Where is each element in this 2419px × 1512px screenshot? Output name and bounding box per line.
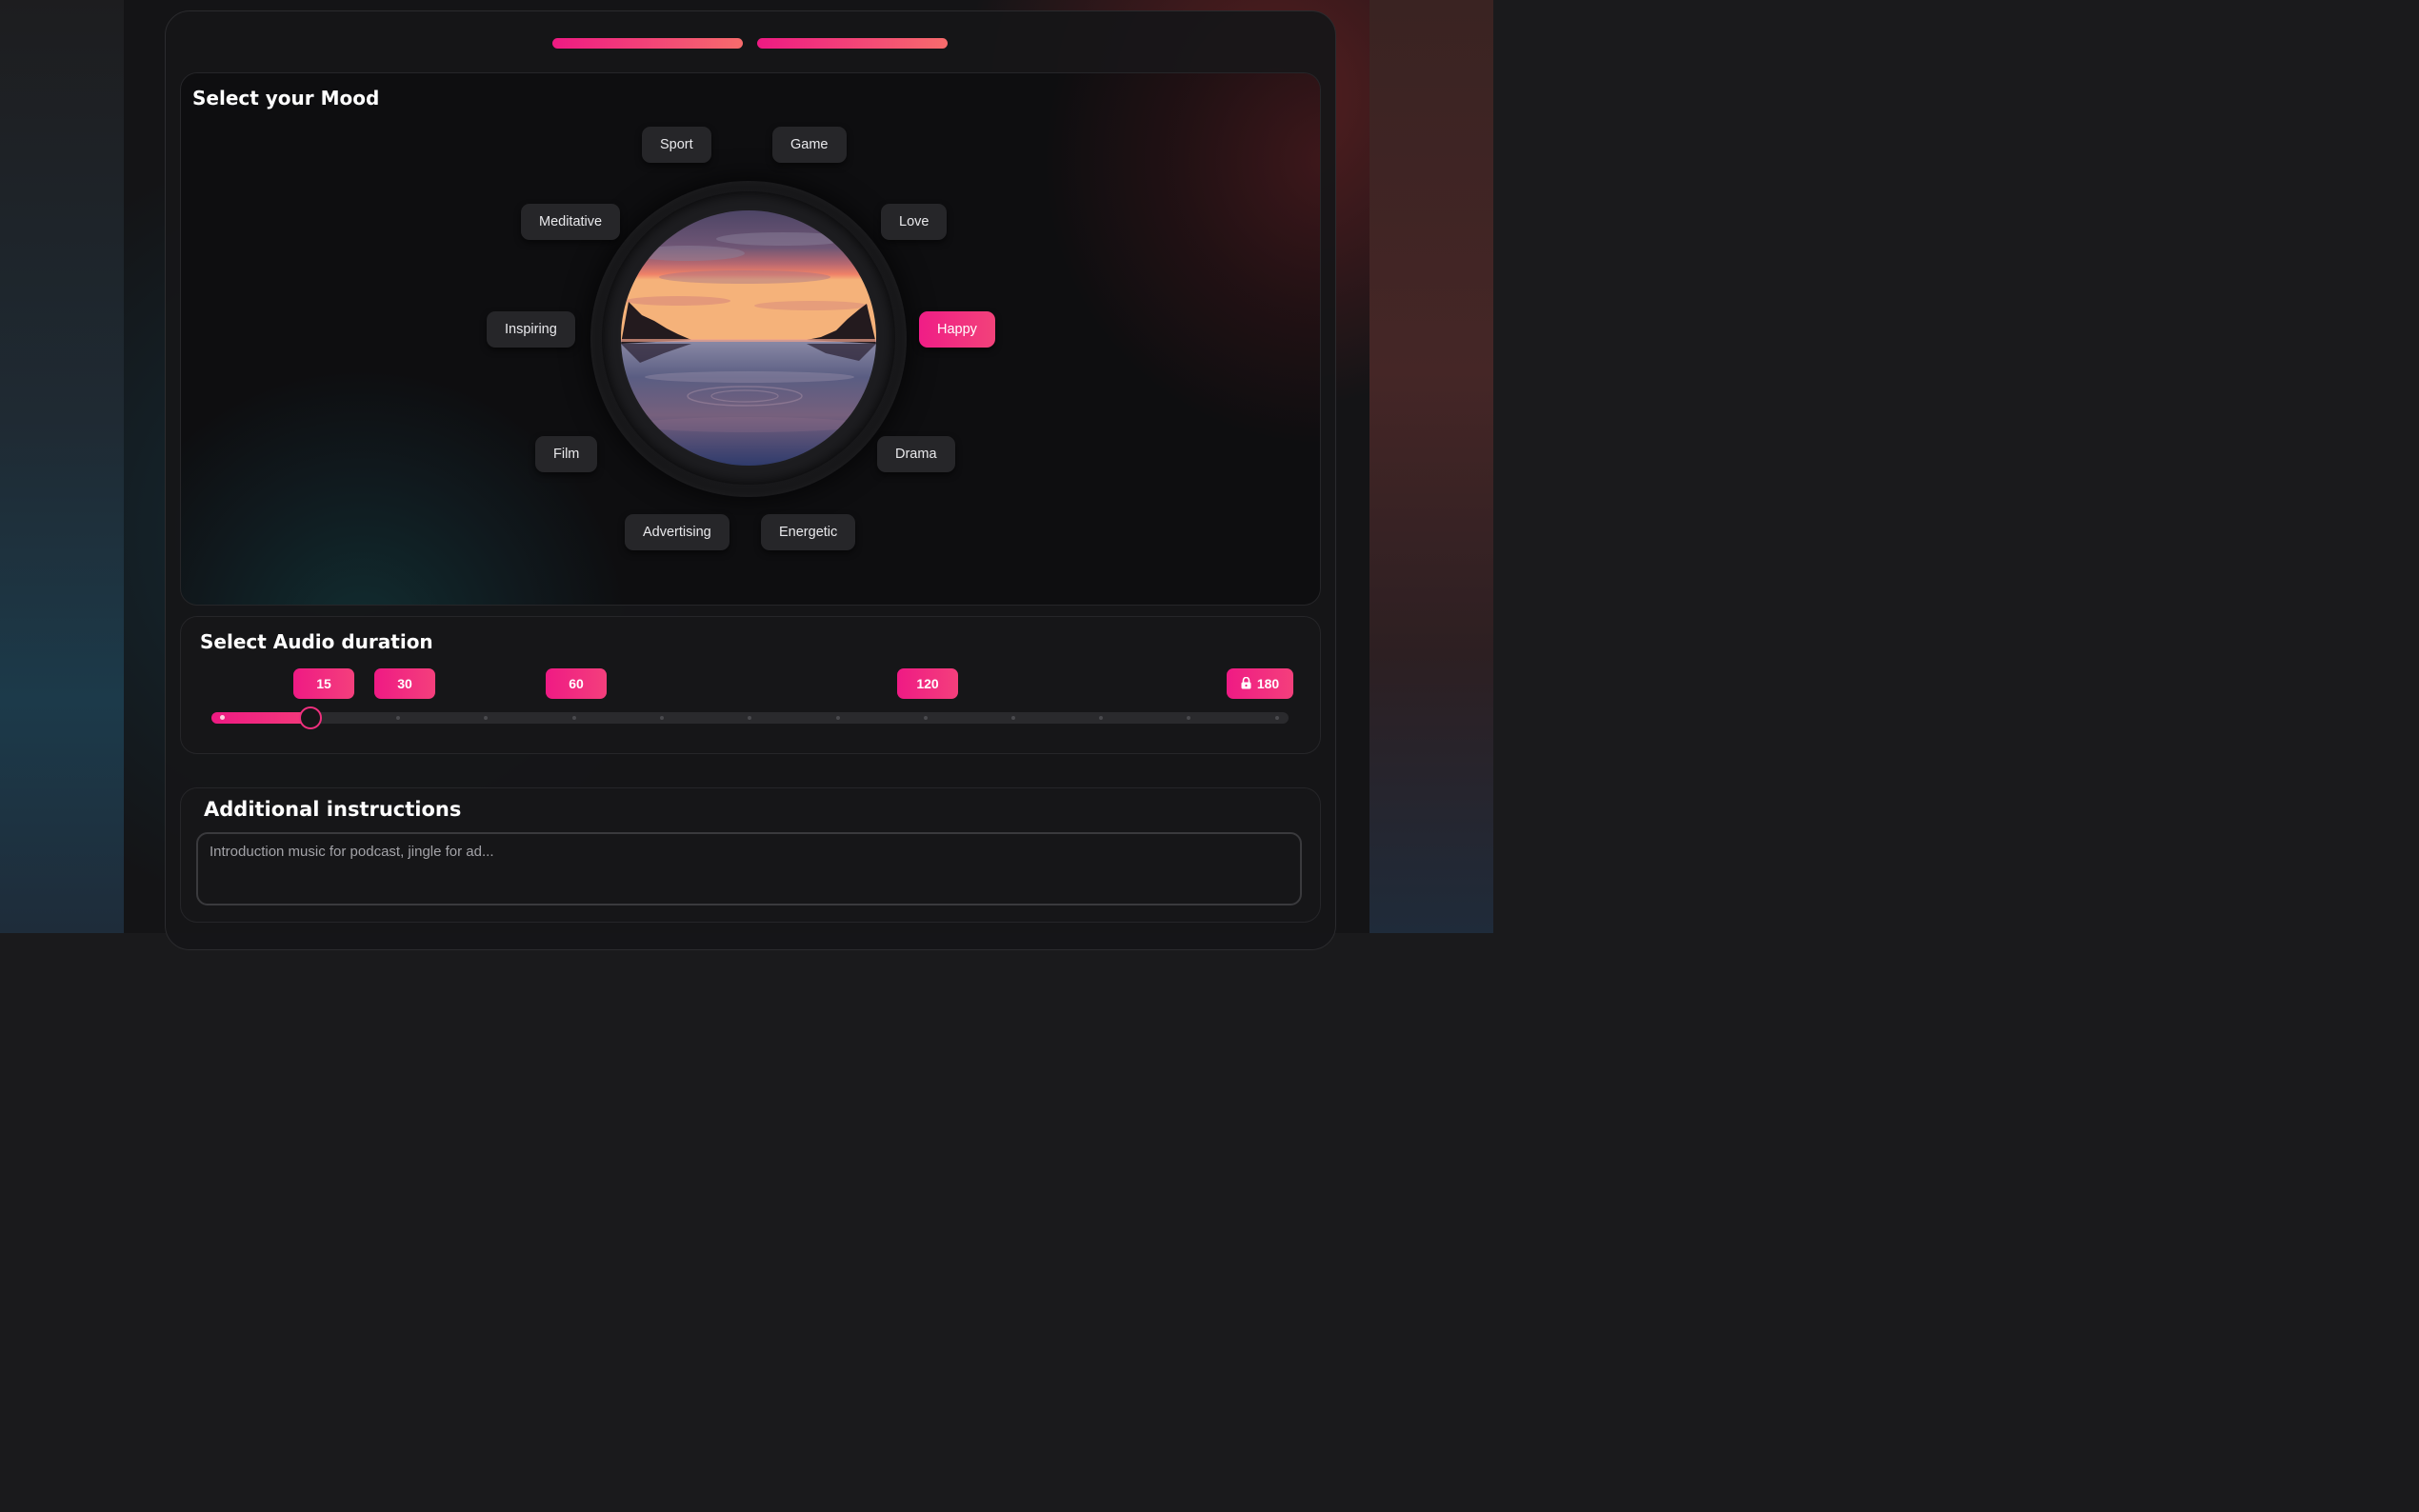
duration-marker-180-locked[interactable]: 180 — [1227, 668, 1293, 699]
slider-tick — [484, 716, 488, 720]
mood-option-energetic[interactable]: Energetic — [761, 514, 856, 550]
mood-option-sport[interactable]: Sport — [642, 127, 711, 163]
mood-option-advertising[interactable]: Advertising — [625, 514, 730, 550]
lock-icon — [1241, 669, 1251, 700]
mood-title: Select your Mood — [192, 87, 380, 109]
duration-slider-fill — [211, 712, 310, 724]
slider-tick — [748, 716, 751, 720]
instructions-input[interactable] — [196, 832, 1302, 905]
mood-option-game[interactable]: Game — [772, 127, 847, 163]
slider-tick — [660, 716, 664, 720]
mood-option-film[interactable]: Film — [535, 436, 598, 472]
slider-tick — [572, 716, 576, 720]
duration-marker-120[interactable]: 120 — [897, 668, 958, 699]
duration-marker-15[interactable]: 15 — [293, 668, 354, 699]
background-right-panel — [1369, 0, 1493, 933]
slider-tick — [1187, 716, 1190, 720]
mood-option-meditative[interactable]: Meditative — [521, 204, 621, 240]
sunset-lake-image — [621, 210, 876, 466]
slider-tick — [1099, 716, 1103, 720]
instructions-title: Additional instructions — [204, 798, 462, 821]
mood-option-happy[interactable]: Happy — [919, 311, 995, 348]
progress-step-2 — [757, 38, 948, 49]
duration-slider-thumb[interactable] — [299, 706, 322, 729]
progress-step-1 — [552, 38, 743, 49]
slider-tick — [1011, 716, 1015, 720]
duration-marker-60[interactable]: 60 — [546, 668, 607, 699]
slider-tick — [1275, 716, 1279, 720]
background-left-panel — [0, 0, 124, 933]
mood-option-inspiring[interactable]: Inspiring — [487, 311, 575, 348]
slider-tick — [836, 716, 840, 720]
duration-marker-30[interactable]: 30 — [374, 668, 435, 699]
duration-marker-180-label: 180 — [1256, 676, 1280, 691]
mood-option-love[interactable]: Love — [881, 204, 948, 240]
slider-tick — [396, 716, 400, 720]
slider-tick — [220, 715, 225, 720]
duration-title: Select Audio duration — [200, 630, 433, 653]
mood-option-drama[interactable]: Drama — [877, 436, 955, 472]
slider-tick — [924, 716, 928, 720]
